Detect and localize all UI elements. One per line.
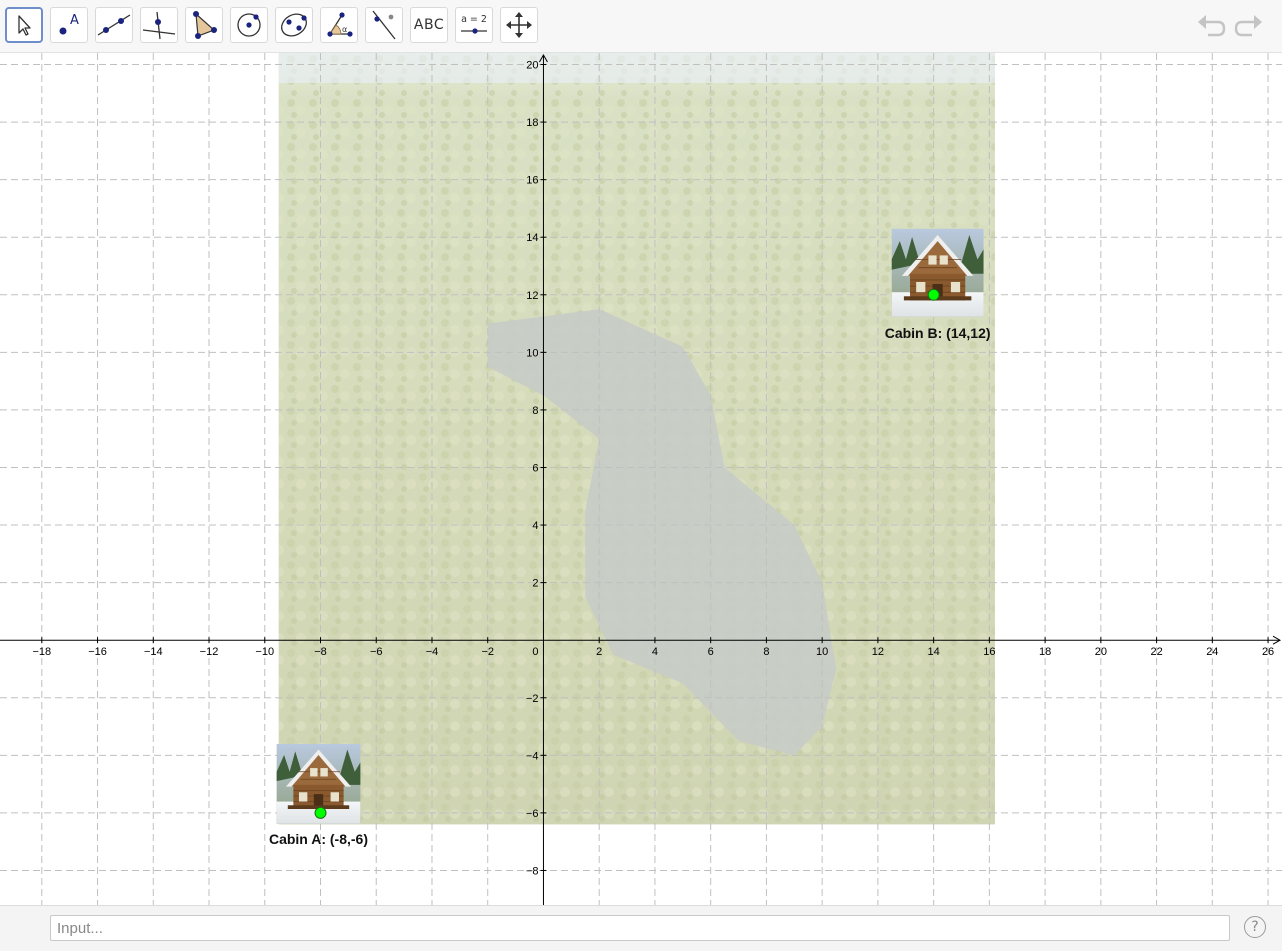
- toolbar: A α ABC a = 2: [0, 0, 1282, 53]
- line-icon: [97, 14, 131, 36]
- coordinate-plane[interactable]: −18 −16 −14 −12 −10 −8 −6 −4 −2 2 4 6 8 10 12 14 16 18 20 2…: [0, 53, 1282, 905]
- tool-angle-button[interactable]: α: [320, 7, 358, 43]
- graphics-view[interactable]: −18 −16 −14 −12 −10 −8 −6 −4 −2 2 4 6 8 10 12 14 16 18 20 2…: [0, 53, 1282, 905]
- slider-icon-label: a = 2: [461, 14, 487, 25]
- y-tick-label: −6: [526, 808, 539, 820]
- ellipse-icon: [281, 13, 307, 37]
- polygon-icon: [193, 11, 217, 39]
- circle-center-point-icon: [237, 13, 261, 37]
- tool-reflect-button[interactable]: [365, 7, 403, 43]
- y-tick-label: 6: [532, 462, 538, 474]
- y-tick-label: 16: [526, 175, 538, 187]
- x-tick-label: −18: [32, 646, 51, 658]
- aerial-lake-forest-image: [278, 53, 995, 825]
- x-tick-label: −16: [88, 646, 107, 658]
- slider-icon: a = 2: [461, 14, 487, 34]
- x-tick-label: −6: [370, 646, 383, 658]
- redo-icon: [1234, 15, 1262, 37]
- x-tick-label: 8: [763, 646, 769, 658]
- tool-line-button[interactable]: [95, 7, 133, 43]
- angle-icon-label: α: [342, 25, 347, 34]
- tool-ellipse-button[interactable]: [275, 7, 313, 43]
- point-cabin-a[interactable]: Cabin A: (-8,-6): [269, 743, 368, 847]
- point-cabin-b[interactable]: Cabin B: (14,12): [885, 228, 991, 341]
- angle-icon: α: [327, 12, 353, 37]
- point-icon-label: A: [70, 13, 79, 28]
- tool-move-graphics-button[interactable]: [500, 7, 538, 43]
- x-tick-label: 14: [928, 646, 940, 658]
- perpendicular-line-icon: [142, 11, 176, 40]
- x-tick-label: 12: [872, 646, 884, 658]
- point-label: Cabin B: (14,12): [885, 325, 991, 341]
- undo-icon: [1198, 15, 1226, 37]
- tool-move-button[interactable]: [5, 7, 43, 43]
- algebra-input[interactable]: [50, 915, 1230, 941]
- x-tick-label: −12: [200, 646, 219, 658]
- y-tick-label: 2: [532, 578, 538, 590]
- x-tick-label: 6: [708, 646, 714, 658]
- point-label: Cabin A: (-8,-6): [269, 831, 368, 847]
- y-tick-label: 14: [526, 232, 538, 244]
- reflect-line-icon: [372, 10, 396, 40]
- x-tick-label: −14: [144, 646, 163, 658]
- tool-point-button[interactable]: A: [50, 7, 88, 43]
- x-tick-label: 16: [983, 646, 995, 658]
- x-tick-label: 22: [1150, 646, 1162, 658]
- x-tick-label: 24: [1206, 646, 1218, 658]
- x-tick-label: 18: [1039, 646, 1051, 658]
- y-tick-label: 20: [526, 60, 538, 72]
- y-tick-label: 8: [532, 405, 538, 417]
- x-tick-label: 10: [816, 646, 828, 658]
- x-tick-label: 20: [1095, 646, 1107, 658]
- x-tick-label: 4: [652, 646, 658, 658]
- tool-text-button[interactable]: ABC: [410, 7, 448, 43]
- x-tick-label: −8: [314, 646, 327, 658]
- tool-circle-button[interactable]: [230, 7, 268, 43]
- text-icon: ABC: [413, 17, 445, 33]
- y-tick-label: 12: [526, 290, 538, 302]
- x-tick-label: 2: [596, 646, 602, 658]
- move-graphics-icon: [506, 12, 532, 38]
- y-tick-label: 18: [526, 117, 538, 129]
- tool-perpendicular-button[interactable]: [140, 7, 178, 43]
- help-icon[interactable]: ?: [1244, 916, 1266, 938]
- y-tick-label: 10: [526, 347, 538, 359]
- x-tick-label: 26: [1262, 646, 1274, 658]
- cabin-image: [891, 228, 984, 318]
- x-tick-label: −4: [426, 646, 439, 658]
- input-bar: ?: [0, 905, 1282, 951]
- y-tick-label: −8: [526, 865, 539, 877]
- x-tick-label: −2: [481, 646, 494, 658]
- redo-button[interactable]: [1234, 12, 1264, 40]
- x-tick-label: −10: [255, 646, 274, 658]
- y-tick-label: −4: [526, 750, 539, 762]
- point-icon: A: [59, 13, 79, 35]
- point-marker[interactable]: [927, 288, 940, 301]
- move-cursor-icon: [18, 15, 31, 36]
- undo-button[interactable]: [1196, 12, 1226, 40]
- point-marker[interactable]: [314, 806, 327, 819]
- y-tick-label: 4: [532, 520, 538, 532]
- origin-label: 0: [532, 646, 538, 658]
- y-tick-label: −2: [526, 693, 539, 705]
- tool-slider-button[interactable]: a = 2: [455, 7, 493, 43]
- tool-polygon-button[interactable]: [185, 7, 223, 43]
